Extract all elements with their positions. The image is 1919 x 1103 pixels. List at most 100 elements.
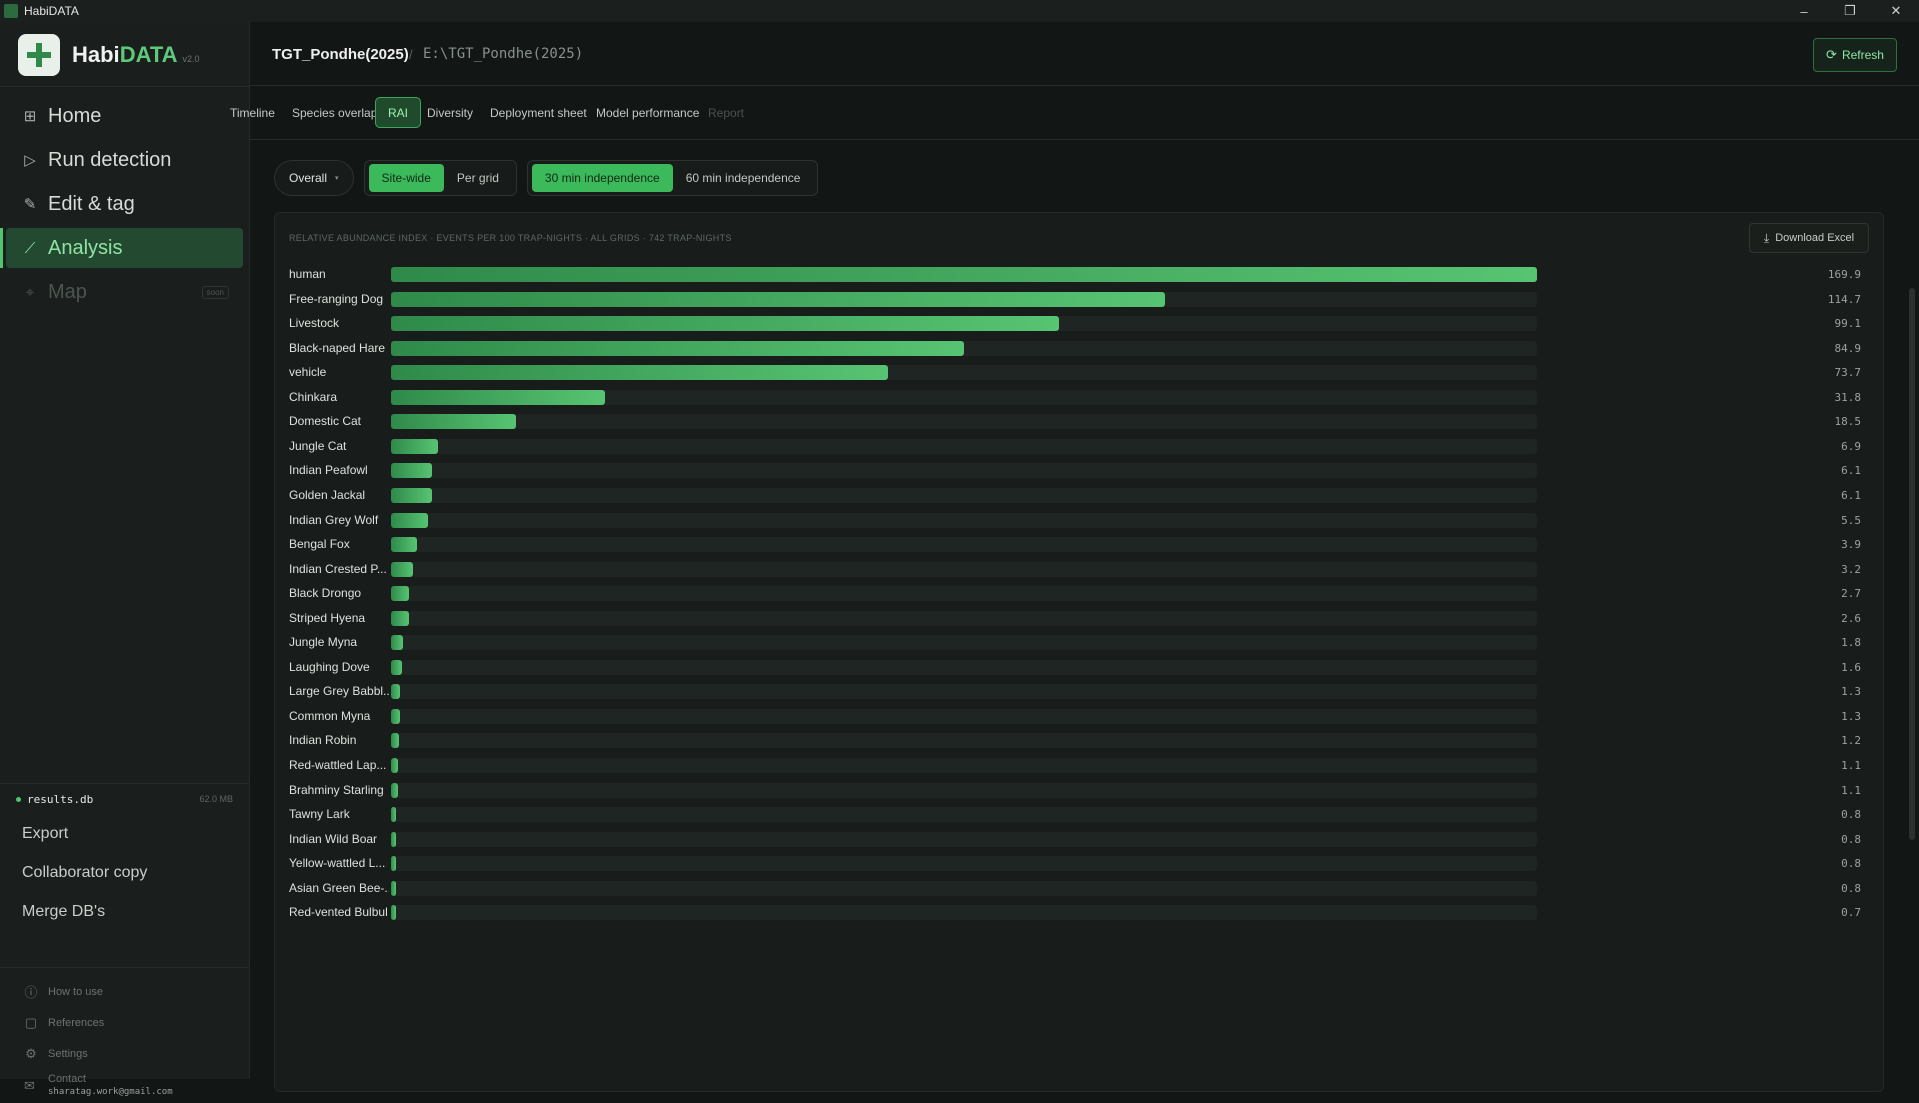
bar [391,708,400,724]
tab-species-overlap[interactable]: Species overlap [292,97,377,128]
bar-row: Bengal Fox 3.9 [289,533,1877,557]
tab-rai[interactable]: RAI [375,97,422,128]
bar-row: Black-naped Hare 84.9 [289,337,1877,361]
bar-value-label: 5.5 [1841,513,1861,527]
project-name: TGT_Pondhe(2025) [272,46,409,63]
collaborator-copy-button[interactable]: Collaborator copy [0,853,249,892]
bar-label: Golden Jackal [289,487,366,502]
tab-report: Report [708,105,745,120]
help-item-label: Settings [48,1047,88,1060]
sidebar-item-label: Home [48,104,102,127]
help-item-settings[interactable]: ⚙ Settings [0,1038,249,1069]
restore-icon[interactable]: ❐ [1827,0,1873,22]
independence-60-option[interactable]: 60 min independence [673,164,814,192]
bar-value-label: 6.1 [1841,488,1861,502]
bar-row: human 169.9 [289,263,1877,287]
sidebar-item-run-detection[interactable]: ▷ Run detection [6,140,243,180]
bar [391,365,889,381]
bar [391,438,438,454]
bar [391,487,433,503]
export-button[interactable]: Export [0,814,249,853]
sidebar-item-label: Edit & tag [48,192,135,215]
independence-30-option[interactable]: 30 min independence [531,164,673,192]
app-icon [4,4,18,18]
download-excel-button[interactable]: ⤓ Download Excel [1749,223,1869,253]
bar-track [391,267,1537,282]
bar-track [391,438,1537,454]
bar-row: Brahminy Starling 1.1 [289,779,1877,803]
bar-row: Tawny Lark 0.8 [289,803,1877,827]
bar-track [391,586,1537,602]
sidebar-item-analysis[interactable]: ⟋ Analysis [0,228,243,268]
bar [391,537,418,553]
bar-track [391,365,1537,381]
refresh-button[interactable]: ⟳ Refresh [1813,38,1897,72]
contact-link[interactable]: ✉ Contact sharatag.work@gmail.com [0,1069,249,1103]
bar [391,389,606,405]
merge-dbs-button[interactable]: Merge DB's [0,892,249,931]
database-size: 62.0 MB [199,794,233,804]
minimize-icon[interactable]: – [1781,0,1827,22]
close-icon[interactable]: ✕ [1873,0,1919,22]
main-nav: ⊞ Home ▷ Run detection ✎ Edit & tag ⟋ Analysis ⌖… [0,96,243,316]
bar-row: Black Drongo 2.7 [289,582,1877,606]
bar [391,733,400,749]
bar-value-label: 1.8 [1841,636,1861,650]
bar-label: Tawny Lark [289,807,350,822]
site-wide-option[interactable]: Site-wide [368,164,444,192]
bar-value-label: 0.8 [1841,857,1861,871]
version-label: v2.0 [182,54,200,64]
bar-row: Indian Peafowl 6.1 [289,459,1877,483]
chevron-down-icon: ▾ [335,175,339,182]
bar-value-label: 0.7 [1841,906,1861,920]
bar-track [391,316,1537,332]
bar-track [391,389,1537,405]
title-bar: HabiDATA – ❐ ✕ [0,0,1919,22]
tab-diversity[interactable]: Diversity [427,97,473,128]
tab-deployment-sheet[interactable]: Deployment sheet [490,97,587,128]
bar-value-label: 84.9 [1834,341,1862,355]
bar [391,340,964,356]
bar-track [391,414,1537,430]
bar-track [391,635,1537,651]
contact-label: Contact [48,1073,86,1085]
bar-label: Jungle Myna [289,635,358,650]
content-scrollbar[interactable] [1909,288,1915,840]
bar-row: Striped Hyena 2.6 [289,607,1877,631]
help-item-references[interactable]: ▢ References [0,1007,249,1038]
scope-select-value: Overall [289,171,328,185]
bar-label: Bengal Fox [289,537,350,552]
bar [391,561,413,577]
sidebar-item-home[interactable]: ⊞ Home [6,96,243,136]
bar [391,831,397,847]
scope-select[interactable]: Overall ▾ [274,160,354,196]
per-grid-option[interactable]: Per grid [444,164,512,192]
bar-value-label: 1.3 [1841,685,1861,699]
window-title: HabiDATA [24,4,79,18]
status-dot-icon [16,796,21,802]
tab-timeline[interactable]: Timeline [230,97,275,128]
grid-icon: ⊞ [23,108,37,125]
sidebar-item-edit-tag[interactable]: ✎ Edit & tag [6,184,243,224]
bar-row: Indian Wild Boar 0.8 [289,828,1877,852]
tab-model-performance[interactable]: Model performance [596,97,699,128]
bar-label: Laughing Dove [289,659,370,674]
contact-email[interactable]: sharatag.work@gmail.com [48,1086,173,1099]
bar-row: Golden Jackal 6.1 [289,484,1877,508]
database-section: results.db 62.0 MB Export Collaborator c… [0,783,249,931]
bar-value-label: 3.2 [1841,562,1861,576]
sidebar-item-label: Map [48,280,87,303]
help-item-how-to-use[interactable]: ⓘ How to use [0,976,249,1007]
bar [391,635,404,651]
bar [391,659,402,675]
chart-caption: RELATIVE ABUNDANCE INDEX · EVENTS PER 10… [289,233,732,243]
download-label: Download Excel [1775,232,1855,244]
bar-value-label: 0.8 [1841,881,1861,895]
window-controls: – ❐ ✕ [1781,0,1919,22]
bar-row: Yellow-wattled L... 0.8 [289,852,1877,876]
bar-row: Laughing Dove 1.6 [289,656,1877,680]
bar-row: Indian Crested P... 3.2 [289,558,1877,582]
rai-content: Overall ▾ Site-wide Per grid 30 min inde… [250,140,1919,1092]
bar-value-label: 1.6 [1841,660,1861,674]
bar-row: Jungle Cat 6.9 [289,435,1877,459]
